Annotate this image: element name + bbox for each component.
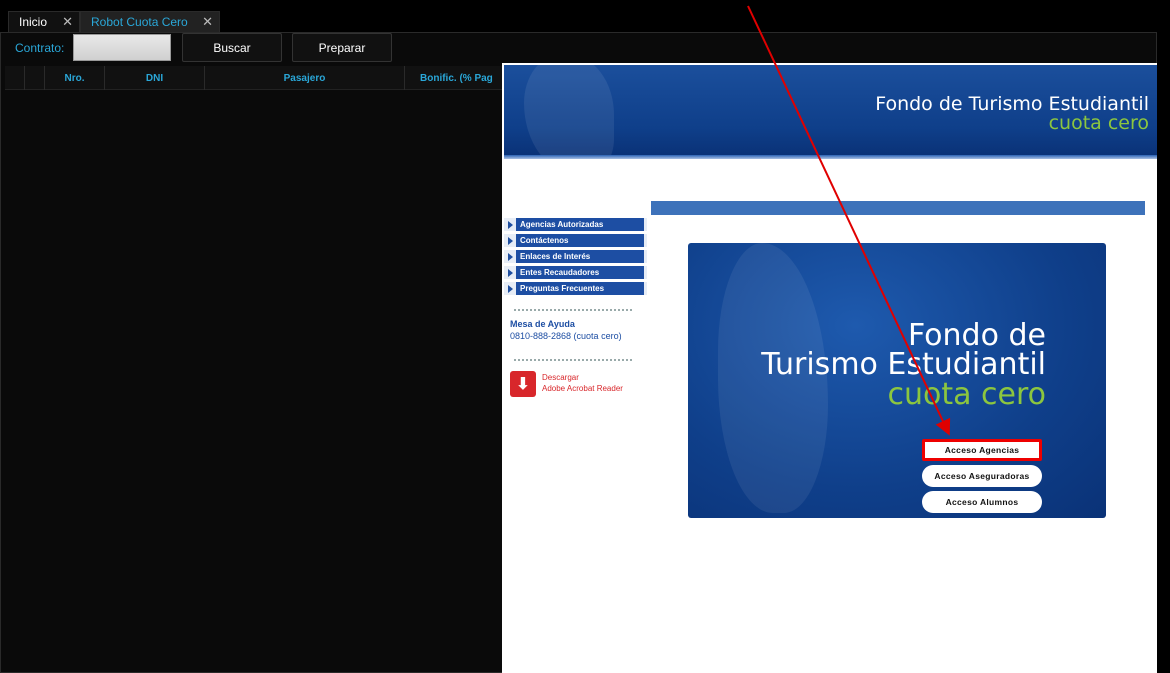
- contrato-input[interactable]: [73, 34, 171, 61]
- arrow-right-icon: [504, 282, 516, 295]
- menu-item-preguntas[interactable]: Preguntas Frecuentes: [504, 282, 647, 295]
- menu-item-contactenos[interactable]: Contáctenos: [504, 234, 647, 247]
- tab-inicio-label: Inicio: [19, 15, 48, 29]
- map-decoration: [524, 65, 614, 155]
- menu-item-label: Contáctenos: [516, 234, 644, 247]
- grid-header: Nro. DNI Pasajero Bonific. (% Pag: [5, 66, 505, 90]
- download-link[interactable]: Descargar: [542, 373, 579, 382]
- menu-item-label: Preguntas Frecuentes: [516, 282, 644, 295]
- help-title: Mesa de Ayuda: [510, 319, 575, 329]
- main-panel: Contrato: Buscar Preparar Nro. DNI Pasaj…: [0, 32, 1157, 673]
- close-icon[interactable]: ✕: [202, 14, 213, 30]
- close-icon[interactable]: ✕: [62, 14, 73, 30]
- site-header: Fondo de Turismo Estudiantil cuota cero: [504, 65, 1157, 155]
- tab-bar: Inicio ✕ Robot Cuota Cero ✕: [0, 0, 1170, 32]
- acceso-aseguradoras-button[interactable]: Acceso Aseguradoras: [922, 465, 1042, 487]
- column-header-select[interactable]: [5, 66, 25, 90]
- header-subtitle: cuota cero: [1048, 112, 1149, 134]
- arrow-right-icon: [504, 266, 516, 279]
- content-bar: [651, 201, 1145, 215]
- side-menu: Agencias Autorizadas Contáctenos Enlaces…: [504, 218, 647, 298]
- help-phone: 0810-888-2868 (cuota cero): [510, 331, 622, 341]
- hero-subtitle: cuota cero: [887, 377, 1046, 412]
- arrow-right-icon: [504, 218, 516, 231]
- menu-item-enlaces[interactable]: Enlaces de Interés: [504, 250, 647, 263]
- embedded-browser: Fondo de Turismo Estudiantil cuota cero …: [502, 63, 1157, 673]
- arrow-right-icon: [504, 250, 516, 263]
- column-header-pasajero[interactable]: Pasajero: [205, 66, 405, 90]
- arrow-right-icon: [504, 234, 516, 247]
- download-icon[interactable]: ⬇: [510, 371, 536, 397]
- acceso-alumnos-button[interactable]: Acceso Alumnos: [922, 491, 1042, 513]
- divider: [514, 309, 632, 311]
- download-link-sub[interactable]: Adobe Acrobat Reader: [542, 384, 623, 393]
- acceso-agencias-button[interactable]: Acceso Agencias: [922, 439, 1042, 461]
- buscar-button[interactable]: Buscar: [182, 33, 282, 62]
- hero-banner: Fondo de Turismo Estudiantil cuota cero …: [688, 243, 1106, 518]
- column-header-dni[interactable]: DNI: [105, 66, 205, 90]
- column-header-flag[interactable]: [25, 66, 45, 90]
- menu-item-entes[interactable]: Entes Recaudadores: [504, 266, 647, 279]
- divider: [514, 359, 632, 361]
- preparar-button[interactable]: Preparar: [292, 33, 392, 62]
- header-strip: [504, 155, 1157, 159]
- column-header-nro[interactable]: Nro.: [45, 66, 105, 90]
- column-header-bonific[interactable]: Bonific. (% Pag: [405, 66, 505, 90]
- menu-item-agencias[interactable]: Agencias Autorizadas: [504, 218, 647, 231]
- menu-item-label: Entes Recaudadores: [516, 266, 644, 279]
- menu-item-label: Enlaces de Interés: [516, 250, 644, 263]
- menu-item-label: Agencias Autorizadas: [516, 218, 644, 231]
- contrato-label: Contrato:: [15, 41, 65, 55]
- tab-inicio[interactable]: Inicio ✕: [8, 11, 80, 32]
- tab-robot-label: Robot Cuota Cero: [91, 15, 188, 29]
- tab-robot-cuota-cero[interactable]: Robot Cuota Cero ✕: [80, 11, 220, 32]
